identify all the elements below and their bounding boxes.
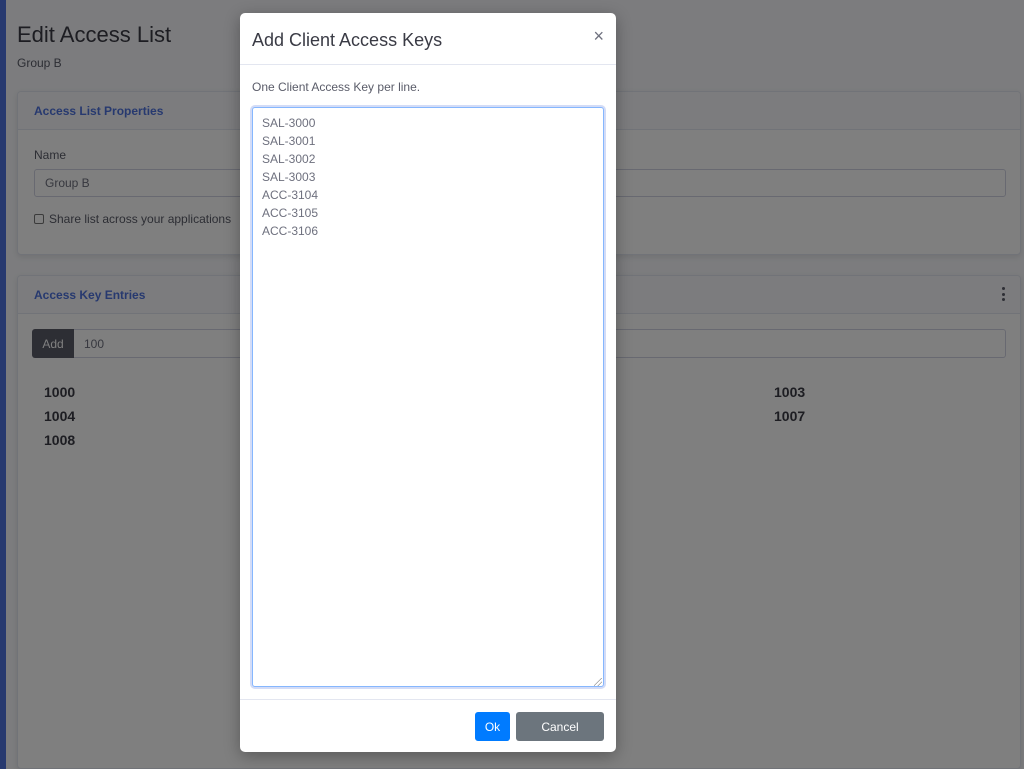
modal-header: Add Client Access Keys × bbox=[240, 13, 616, 65]
close-icon[interactable]: × bbox=[593, 27, 604, 45]
ok-button[interactable]: Ok bbox=[475, 712, 510, 741]
modal-footer: Ok Cancel bbox=[240, 699, 616, 752]
modal-help-text: One Client Access Key per line. bbox=[252, 80, 421, 94]
cancel-button[interactable]: Cancel bbox=[516, 712, 604, 741]
modal-title: Add Client Access Keys bbox=[252, 30, 443, 50]
add-client-access-keys-dialog: Add Client Access Keys × One Client Acce… bbox=[240, 13, 616, 752]
access-keys-textarea[interactable]: SAL-3000 SAL-3001 SAL-3002 SAL-3003 ACC-… bbox=[252, 107, 604, 687]
resize-handle-icon[interactable] bbox=[594, 678, 602, 686]
